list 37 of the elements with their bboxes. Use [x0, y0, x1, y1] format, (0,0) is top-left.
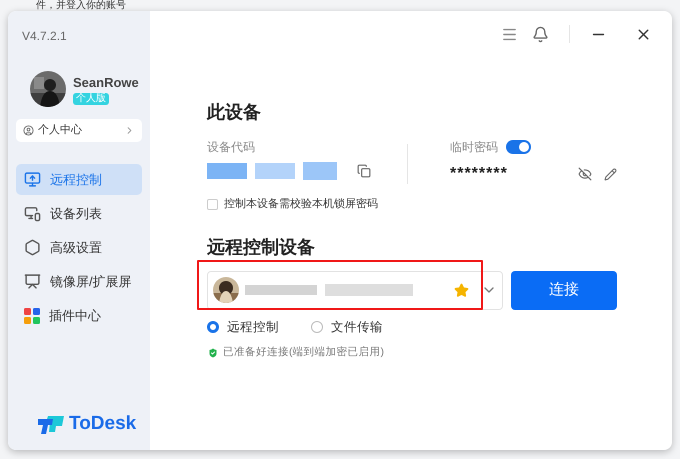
devices-icon	[24, 205, 41, 222]
password-toggle[interactable]	[506, 140, 531, 154]
logo-icon	[38, 414, 64, 434]
connect-button[interactable]: 连接	[511, 270, 617, 310]
version-label: V4.7.2.1	[22, 28, 68, 45]
screen-icon	[24, 273, 41, 290]
section-title: 远程控制设备	[207, 236, 316, 256]
edition-badge: 个人版	[73, 93, 109, 106]
status-text: 已准备好连接(端到端加密已启用)	[223, 345, 384, 360]
lock-checkbox[interactable]	[207, 198, 218, 210]
device-select[interactable]	[207, 270, 503, 310]
nav-item[interactable]: 高级设置	[16, 232, 142, 263]
password-value: ********	[450, 164, 508, 184]
user-name: SeanRowe	[73, 74, 139, 92]
bell-icon[interactable]	[532, 26, 549, 42]
nav-item[interactable]: 插件中心	[16, 300, 142, 331]
radio-label: 文件传输	[331, 318, 383, 336]
logo-text: ToDesk	[69, 412, 136, 436]
code-label: 设备代码	[207, 139, 256, 156]
copy-icon[interactable]	[357, 164, 371, 178]
hexagon-icon	[24, 239, 41, 256]
eye-off-icon[interactable]	[578, 167, 592, 181]
user-icon	[23, 125, 34, 136]
radio-button[interactable]	[207, 320, 219, 333]
edit-icon[interactable]	[604, 168, 617, 180]
star-icon[interactable]	[454, 282, 469, 298]
radio-label: 远程控制	[227, 318, 279, 336]
apps-icon	[24, 308, 40, 324]
section-title: 此设备	[207, 101, 262, 124]
lock-checkbox-label: 控制本设备需校验本机锁屏密码	[224, 196, 378, 212]
monitor-icon	[24, 171, 41, 188]
radio-button[interactable]	[311, 320, 323, 333]
nav-item[interactable]: 镜像屏/扩展屏	[16, 266, 142, 297]
nav-item[interactable]: 设备列表	[16, 198, 142, 229]
shield-check-icon	[207, 347, 219, 360]
profile-link[interactable]: 个人中心	[16, 119, 142, 142]
password-label: 临时密码	[450, 139, 498, 156]
